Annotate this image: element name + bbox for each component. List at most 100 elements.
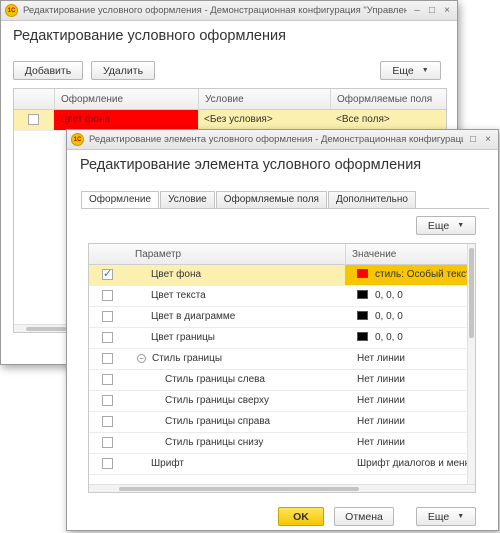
appearance-table-header: Оформление Условие Оформляемые поля	[14, 89, 446, 110]
row-checkbox[interactable]	[102, 458, 113, 469]
row-value-cell[interactable]: Нет линии	[345, 433, 469, 453]
table-row[interactable]: Стиль границы справа Нет линии	[89, 412, 475, 433]
tab-condition[interactable]: Условие	[160, 191, 215, 208]
row-param-cell[interactable]: Цвет границы	[151, 328, 341, 348]
row-param-label: Цвет границы	[151, 332, 215, 343]
vertical-scroll-thumb[interactable]	[469, 248, 474, 338]
row-value-cell[interactable]: Нет линии	[345, 349, 469, 369]
back-more-button[interactable]: Еще ▼	[380, 61, 441, 80]
table-row[interactable]: Стиль границы снизу Нет линии	[89, 433, 475, 454]
row-value-cell[interactable]: Нет линии	[345, 370, 469, 390]
row-checkbox[interactable]	[102, 353, 113, 364]
horizontal-scroll-thumb[interactable]	[119, 487, 359, 491]
row-param-cell[interactable]: Цвет фона	[151, 265, 341, 285]
row-value-cell[interactable]: стиль: Особый текст	[345, 265, 469, 285]
color-swatch-icon	[357, 269, 368, 278]
horizontal-scrollbar[interactable]	[89, 484, 475, 492]
row-checkbox[interactable]	[28, 114, 39, 125]
ok-button[interactable]: OK	[278, 507, 324, 526]
row-value-text: Нет линии	[357, 437, 405, 448]
table-row[interactable]: Цвет в диаграмме 0, 0, 0	[89, 307, 475, 328]
row-value-text: Нет линии	[357, 395, 405, 406]
app-logo-icon: 1С	[71, 133, 84, 146]
footer-more-button[interactable]: Еще ▼	[416, 507, 476, 526]
tab-panel-border	[81, 208, 489, 209]
vertical-scrollbar[interactable]	[467, 244, 475, 484]
row-param-cell[interactable]: Цвет в диаграмме	[151, 307, 341, 327]
row-param-cell[interactable]: Стиль границы справа	[165, 412, 355, 432]
front-more-button[interactable]: Еще ▼	[416, 216, 476, 235]
column-header-condition[interactable]: Условие	[198, 89, 330, 110]
row-param-cell[interactable]: Цвет текста	[151, 286, 341, 306]
table-row[interactable]: Цвет фона <Без условия> <Все поля>	[14, 110, 446, 131]
row-checkbox[interactable]	[102, 332, 113, 343]
table-row[interactable]: Цвет фона стиль: Особый текст	[89, 265, 475, 286]
back-window-titlebar[interactable]: 1С Редактирование условного оформления -…	[1, 1, 457, 21]
row-checkbox[interactable]	[102, 290, 113, 301]
minimize-icon[interactable]: –	[411, 5, 423, 17]
row-param-cell[interactable]: Стиль границы сверху	[165, 391, 355, 411]
back-horizontal-scroll-thumb[interactable]	[26, 327, 66, 331]
row-condition-cell[interactable]: <Без условия>	[204, 110, 324, 130]
table-row[interactable]: Стиль границы слева Нет линии	[89, 370, 475, 391]
column-header-appearance[interactable]: Оформление	[54, 89, 198, 110]
row-checkbox[interactable]	[102, 311, 113, 322]
tab-appearance[interactable]: Оформление	[81, 191, 160, 209]
row-param-label: Стиль границы сверху	[165, 395, 269, 406]
table-row[interactable]: Шрифт Шрифт диалогов и меню	[89, 454, 475, 475]
row-value-text: Нет линии	[357, 416, 405, 427]
table-row[interactable]: Цвет текста 0, 0, 0	[89, 286, 475, 307]
row-param-label: Стиль границы	[152, 353, 223, 364]
row-param-cell[interactable]: − Стиль границы	[137, 349, 327, 369]
row-checkbox[interactable]	[102, 437, 113, 448]
back-window-title: Редактирование условного оформления - Де…	[23, 5, 407, 16]
row-value-cell[interactable]: Нет линии	[345, 391, 469, 411]
row-fields-cell[interactable]: <Все поля>	[336, 110, 446, 130]
tab-bar: Оформление Условие Оформляемые поля Допо…	[81, 191, 417, 209]
front-form-title: Редактирование элемента условного оформл…	[80, 157, 422, 173]
close-icon[interactable]: ×	[441, 5, 453, 17]
row-param-cell[interactable]: Стиль границы снизу	[165, 433, 355, 453]
row-param-cell[interactable]: Шрифт	[151, 454, 341, 474]
row-value-text: Шрифт диалогов и меню	[357, 458, 469, 469]
row-param-label: Стиль границы слева	[165, 374, 265, 385]
row-value-text: стиль: Особый текст	[375, 269, 469, 280]
maximize-icon[interactable]: □	[426, 5, 438, 17]
column-header-value[interactable]: Значение	[345, 244, 475, 265]
row-value-cell[interactable]: 0, 0, 0	[345, 328, 469, 348]
table-row[interactable]: − Стиль границы Нет линии	[89, 349, 475, 370]
row-value-cell[interactable]: 0, 0, 0	[345, 286, 469, 306]
row-value-cell[interactable]: Нет линии	[345, 412, 469, 432]
row-param-label: Шрифт	[151, 458, 184, 469]
row-param-cell[interactable]: Стиль границы слева	[165, 370, 355, 390]
footer-more-label: Еще	[427, 510, 450, 523]
table-row[interactable]: Цвет границы 0, 0, 0	[89, 328, 475, 349]
color-swatch-icon	[357, 311, 368, 320]
row-value-cell[interactable]: 0, 0, 0	[345, 307, 469, 327]
row-value-text: 0, 0, 0	[375, 311, 403, 322]
add-button[interactable]: Добавить	[13, 61, 83, 80]
back-form-title: Редактирование условного оформления	[13, 28, 286, 44]
close-icon[interactable]: ×	[482, 134, 494, 146]
row-param-label: Стиль границы снизу	[165, 437, 264, 448]
row-checkbox[interactable]	[102, 374, 113, 385]
row-checkbox[interactable]	[102, 267, 113, 280]
front-window-titlebar[interactable]: 1С Редактирование элемента условного офо…	[67, 130, 498, 150]
column-header-fields[interactable]: Оформляемые поля	[330, 89, 446, 110]
cancel-button[interactable]: Отмена	[334, 507, 394, 526]
row-checkbox[interactable]	[102, 416, 113, 427]
table-row[interactable]: Стиль границы сверху Нет линии	[89, 391, 475, 412]
row-param-label: Цвет фона	[151, 269, 202, 280]
maximize-icon[interactable]: □	[467, 134, 479, 146]
tab-additional[interactable]: Дополнительно	[327, 191, 416, 208]
collapse-icon[interactable]: −	[137, 354, 146, 363]
front-window-title: Редактирование элемента условного оформл…	[89, 134, 463, 145]
row-param-label: Цвет текста	[151, 290, 206, 301]
column-header-param[interactable]: Параметр	[129, 244, 345, 265]
row-appearance-cell[interactable]: Цвет фона	[54, 110, 198, 130]
tab-fields[interactable]: Оформляемые поля	[215, 191, 327, 208]
row-checkbox[interactable]	[102, 395, 113, 406]
row-value-cell[interactable]: Шрифт диалогов и меню	[345, 454, 469, 474]
delete-button[interactable]: Удалить	[91, 61, 155, 80]
color-swatch-icon	[357, 332, 368, 341]
